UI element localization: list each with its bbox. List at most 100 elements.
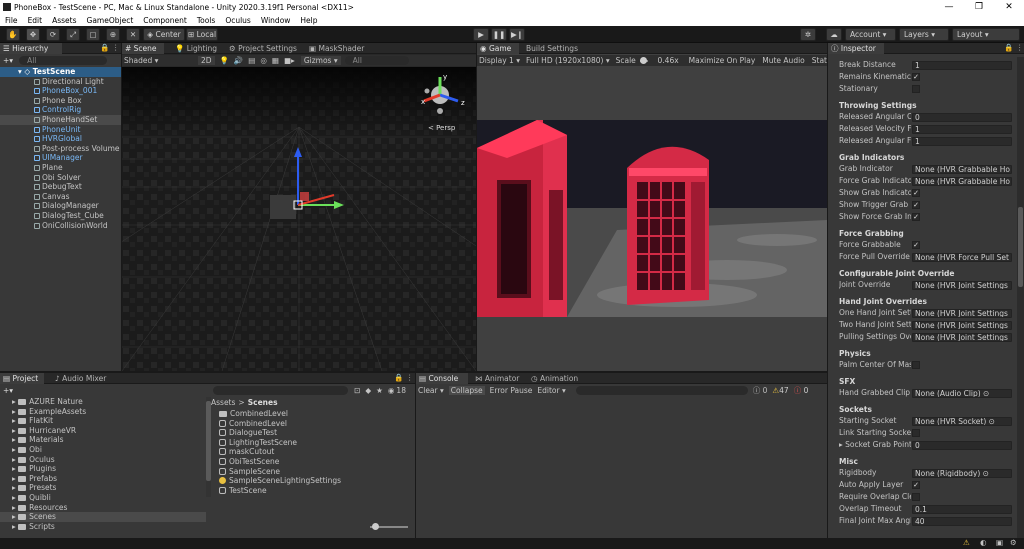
project-lock-icon[interactable]: 🔒 xyxy=(394,373,403,382)
inspector-checkbox-row[interactable]: Show Force Grab Indicator✓ xyxy=(839,211,1015,223)
project-folder[interactable]: ▸ AZURE Nature xyxy=(0,397,206,407)
hierarchy-item[interactable]: Phone Box xyxy=(0,96,121,106)
console-search-input[interactable] xyxy=(575,386,748,395)
tab-lighting[interactable]: 💡 Lighting xyxy=(172,43,220,54)
status-spinner-icon[interactable]: ◐ xyxy=(980,538,987,547)
project-asset[interactable]: SampleSceneLightingSettings xyxy=(219,476,409,486)
hierarchy-item[interactable]: Obi Solver xyxy=(0,173,121,183)
hierarchy-item[interactable]: OniCollisionWorld xyxy=(0,221,121,231)
property-field[interactable]: 0 xyxy=(912,112,1012,122)
property-field[interactable]: None (HVR Socket) ⊙ xyxy=(912,416,1012,426)
visibility-icon[interactable]: ◎ xyxy=(260,56,267,65)
inspector-lock-icon[interactable]: 🔒 xyxy=(1004,43,1013,52)
inspector-field-row[interactable]: One Hand Joint SettingsNone (HVR Joint S… xyxy=(839,307,1015,319)
folder-tree-scrollbar[interactable] xyxy=(206,397,211,497)
project-folder[interactable]: ▸ ExampleAssets xyxy=(0,407,206,417)
lock-icon[interactable]: 🔒 xyxy=(100,43,109,52)
project-asset[interactable]: CombinedLevel xyxy=(219,419,409,429)
grid-toggle-icon[interactable]: ▦ xyxy=(272,56,279,65)
editor-dropdown[interactable]: Editor ▾ xyxy=(537,386,565,395)
menu-file[interactable]: File xyxy=(5,16,18,25)
property-field[interactable]: None (HVR Joint Settings ⊙ xyxy=(912,308,1012,318)
property-field[interactable]: 1 xyxy=(912,60,1012,70)
inspector-field-row[interactable]: Force Grab Indicator None (HVR Grabbable … xyxy=(839,175,1015,187)
inspector-checkbox-row[interactable]: Require Overlap Clearance xyxy=(839,491,1015,503)
property-field[interactable]: None (HVR Grabbable Ho ⊙ xyxy=(912,164,1012,174)
project-folder[interactable]: ▸ Resources xyxy=(0,503,206,513)
inspector-field-row[interactable]: Joint Override None (HVR Joint Settings ⊙ xyxy=(839,279,1015,291)
move-tool-icon[interactable]: ✥ xyxy=(26,28,40,41)
menu-gameobject[interactable]: GameObject xyxy=(87,16,134,25)
phonebox-object[interactable] xyxy=(270,195,296,219)
hierarchy-item[interactable]: HVRGlobal xyxy=(0,134,121,144)
menu-assets[interactable]: Assets xyxy=(52,16,76,25)
layout-dropdown[interactable]: Layout ▾ xyxy=(952,28,1020,41)
project-folder[interactable]: ▸ Materials xyxy=(0,435,206,445)
pause-button[interactable]: ❚❚ xyxy=(491,28,507,41)
maximize-on-play-toggle[interactable]: Maximize On Play xyxy=(689,56,756,65)
inspector-checkbox-row[interactable]: Palm Center Of Mass xyxy=(839,359,1015,371)
inspector-scroll-thumb[interactable] xyxy=(1018,207,1023,287)
menu-help[interactable]: Help xyxy=(300,16,317,25)
transform-tool-icon[interactable]: ⊕ xyxy=(106,28,120,41)
scene-viewport[interactable]: y x z < Persp xyxy=(122,67,476,371)
menu-tools[interactable]: Tools xyxy=(197,16,215,25)
tab-game[interactable]: ◉ Game xyxy=(477,43,519,54)
project-asset[interactable]: SampleScene xyxy=(219,467,409,477)
property-field[interactable]: 0.1 xyxy=(912,504,1012,514)
project-search-input[interactable] xyxy=(213,386,349,395)
tab-build-settings[interactable]: Build Settings xyxy=(523,43,585,54)
menu-component[interactable]: Component xyxy=(143,16,187,25)
inspector-field-row[interactable]: Grab Indicator None (HVR Grabbable Ho ⊙ xyxy=(839,163,1015,175)
hierarchy-item[interactable]: DialogManager xyxy=(0,201,121,211)
pivot-local-button[interactable]: ⊞ Local xyxy=(186,28,218,41)
inspector-field-row[interactable]: Hand Grabbed Clip None (Audio Clip) ⊙ xyxy=(839,387,1015,399)
inspector-field-row[interactable]: Final Joint Max Angle 40 xyxy=(839,515,1015,527)
inspector-field-row[interactable]: ▸ Socket Grab Points 0 xyxy=(839,439,1015,451)
close-button[interactable]: ✕ xyxy=(995,0,1023,14)
inspector-field-row[interactable]: Starting Socket None (HVR Socket) ⊙ xyxy=(839,415,1015,427)
status-debug-icon[interactable]: ⚙ xyxy=(1010,538,1017,547)
property-checkbox[interactable]: ✓ xyxy=(912,201,920,209)
lighting-toggle-icon[interactable]: 💡 xyxy=(220,56,229,65)
search-by-type-icon[interactable]: ⊡ xyxy=(354,386,360,395)
tab-audio-mixer[interactable]: ♪ Audio Mixer xyxy=(52,373,112,384)
project-folder[interactable]: ▸ Oculus xyxy=(0,455,206,465)
hierarchy-item[interactable]: Directional Light xyxy=(0,77,121,87)
project-asset[interactable]: ObiTestScene xyxy=(219,457,409,467)
property-checkbox[interactable] xyxy=(912,361,920,369)
account-dropdown[interactable]: Account ▾ xyxy=(845,28,896,41)
cloud-icon[interactable]: ☁ xyxy=(826,28,842,41)
custom-tool-icon[interactable]: ✕ xyxy=(126,28,140,41)
project-asset[interactable]: CombinedLevel xyxy=(219,409,409,419)
error-pause-toggle[interactable]: Error Pause xyxy=(490,386,533,395)
play-button[interactable]: ▶ xyxy=(473,28,489,41)
inspector-field-row[interactable]: Released Velocity Factor1 xyxy=(839,123,1015,135)
hierarchy-item[interactable]: DialogTest_Cube xyxy=(0,211,121,221)
icon-size-slider[interactable] xyxy=(370,523,408,530)
layers-dropdown[interactable]: Layers ▾ xyxy=(899,28,949,41)
pivot-center-button[interactable]: ◈ Center xyxy=(143,28,185,41)
tab-project[interactable]: ▤ Project xyxy=(0,373,44,384)
inspector-field-row[interactable]: Break Distance 1 xyxy=(839,59,1015,71)
favorite-icon[interactable]: ★ xyxy=(376,386,383,395)
property-checkbox[interactable] xyxy=(912,429,920,437)
project-folder[interactable]: ▸ Plugins xyxy=(0,464,206,474)
effects-toggle-icon[interactable]: ▤ xyxy=(248,56,255,65)
menu-edit[interactable]: Edit xyxy=(28,16,43,25)
tab-scene[interactable]: # Scene xyxy=(122,43,164,54)
message-count[interactable]: ⓘ 0 xyxy=(794,385,809,396)
property-checkbox[interactable]: ✓ xyxy=(912,213,920,221)
inspector-checkbox-row[interactable]: Auto Apply Layer ✓ xyxy=(839,479,1015,491)
property-field[interactable]: None (HVR Joint Settings ⊙ xyxy=(912,332,1012,342)
inspector-checkbox-row[interactable]: Force Grabbable ✓ xyxy=(839,239,1015,251)
inspector-field-row[interactable]: Rigidbody None (Rigidbody) ⊙ xyxy=(839,467,1015,479)
scene-search-input[interactable]: All xyxy=(344,56,409,65)
resolution-dropdown[interactable]: Full HD (1920x1080) ▾ xyxy=(526,56,610,65)
hierarchy-item[interactable]: Canvas xyxy=(0,192,121,202)
warning-count[interactable]: ⚠47 xyxy=(772,386,788,395)
display-dropdown[interactable]: Display 1 ▾ xyxy=(479,56,520,65)
inspector-field-row[interactable]: Overlap Timeout 0.1 xyxy=(839,503,1015,515)
project-folder[interactable]: ▸ Scenes xyxy=(0,512,206,522)
scale-tool-icon[interactable]: ⤢ xyxy=(66,28,80,41)
